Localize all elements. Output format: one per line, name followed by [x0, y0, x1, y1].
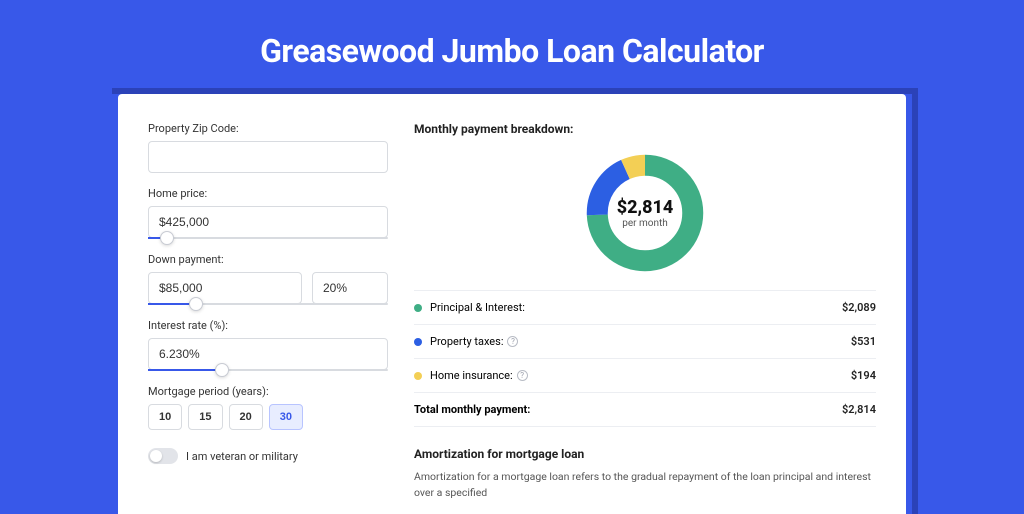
- down-payment-label: Down payment:: [148, 253, 388, 266]
- donut-subtext: per month: [622, 218, 668, 229]
- amortization-text: Amortization for a mortgage loan refers …: [414, 469, 876, 501]
- donut-amount: $2,814: [617, 197, 674, 218]
- donut-center: $2,814 per month: [582, 150, 708, 276]
- veteran-toggle[interactable]: [148, 448, 178, 464]
- legend-value: $2,089: [842, 301, 876, 314]
- calculator-card: Property Zip Code: Home price: Down paym…: [118, 94, 906, 514]
- info-icon[interactable]: ?: [517, 370, 528, 381]
- legend-total-row: Total monthly payment: $2,814: [414, 393, 876, 427]
- legend-dot-icon: [414, 372, 422, 380]
- zip-label: Property Zip Code:: [148, 122, 388, 135]
- period-btn-30[interactable]: 30: [269, 404, 303, 430]
- breakdown-title: Monthly payment breakdown:: [414, 122, 876, 136]
- home-price-field: Home price:: [148, 187, 388, 239]
- legend-item: Home insurance:? $194: [414, 359, 876, 393]
- donut-wrap: $2,814 per month: [414, 146, 876, 290]
- info-icon[interactable]: ?: [507, 336, 518, 347]
- period-btn-20[interactable]: 20: [229, 404, 263, 430]
- legend-label: Home insurance:: [430, 369, 513, 382]
- veteran-row: I am veteran or military: [148, 448, 388, 464]
- veteran-label: I am veteran or military: [186, 450, 298, 463]
- legend-dot-icon: [414, 304, 422, 312]
- form-panel: Property Zip Code: Home price: Down paym…: [148, 122, 388, 514]
- zip-field: Property Zip Code:: [148, 122, 388, 173]
- period-buttons: 1015 2030: [148, 404, 388, 430]
- down-payment-input[interactable]: [148, 272, 302, 304]
- legend-value: $531: [851, 335, 876, 348]
- period-label: Mortgage period (years):: [148, 385, 388, 398]
- breakdown-panel: Monthly payment breakdown: $2,814 per mo…: [414, 122, 876, 514]
- legend: Principal & Interest: $2,089 Property taxe…: [414, 290, 876, 427]
- down-payment-pct-input[interactable]: [312, 272, 388, 304]
- down-payment-field: Down payment:: [148, 253, 388, 305]
- payment-donut-chart: $2,814 per month: [582, 150, 708, 276]
- interest-input[interactable]: [148, 338, 388, 370]
- interest-slider[interactable]: [148, 369, 388, 371]
- home-price-slider[interactable]: [148, 237, 388, 239]
- legend-item: Property taxes:? $531: [414, 325, 876, 359]
- legend-total-value: $2,814: [842, 403, 876, 416]
- legend-label: Property taxes:: [430, 335, 503, 348]
- home-price-label: Home price:: [148, 187, 388, 200]
- period-field: Mortgage period (years): 1015 2030: [148, 385, 388, 430]
- period-btn-15[interactable]: 15: [188, 404, 222, 430]
- page-title: Greasewood Jumbo Loan Calculator: [0, 0, 1024, 94]
- legend-dot-icon: [414, 338, 422, 346]
- legend-label: Principal & Interest:: [430, 301, 525, 314]
- down-payment-slider[interactable]: [148, 303, 388, 305]
- interest-label: Interest rate (%):: [148, 319, 388, 332]
- legend-value: $194: [851, 369, 876, 382]
- legend-item: Principal & Interest: $2,089: [414, 291, 876, 325]
- interest-field: Interest rate (%):: [148, 319, 388, 371]
- amortization-title: Amortization for mortgage loan: [414, 447, 876, 461]
- home-price-input[interactable]: [148, 206, 388, 238]
- amortization-section: Amortization for mortgage loan Amortizat…: [414, 447, 876, 501]
- zip-input[interactable]: [148, 141, 388, 173]
- period-btn-10[interactable]: 10: [148, 404, 182, 430]
- legend-total-label: Total monthly payment:: [414, 403, 530, 416]
